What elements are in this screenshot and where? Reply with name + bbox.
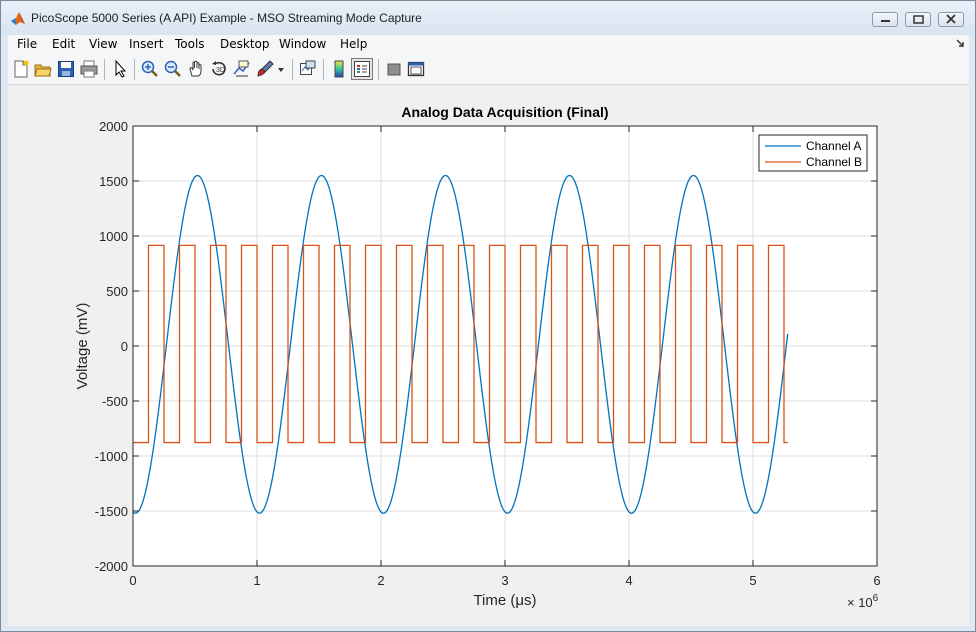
- dock-arrow-icon[interactable]: [956, 39, 964, 49]
- y-tick-label: 0: [121, 339, 128, 354]
- x-tick-label: 2: [377, 573, 384, 588]
- axes-plot[interactable]: Analog Data Acquisition (Final) Time (μs…: [8, 85, 969, 626]
- minimize-icon: [881, 20, 890, 22]
- x-tick-label: 5: [749, 573, 756, 588]
- legend-label-channel-b: Channel B: [806, 155, 862, 169]
- x-exponent-power: 6: [873, 593, 879, 604]
- save-icon[interactable]: [57, 60, 75, 78]
- brush-dropdown-icon[interactable]: [276, 60, 286, 78]
- new-figure-icon[interactable]: [12, 60, 30, 78]
- close-button[interactable]: [938, 12, 964, 27]
- menu-desktop[interactable]: Desktop: [220, 37, 270, 51]
- menu-window[interactable]: Window: [279, 37, 326, 51]
- rotate-3d-icon[interactable]: 3D: [210, 60, 228, 78]
- colorbar-icon[interactable]: [330, 60, 348, 78]
- title-bar[interactable]: PicoScope 5000 Series (A API) Example - …: [1, 1, 975, 35]
- legend[interactable]: Channel A Channel B: [758, 134, 868, 172]
- menu-tools[interactable]: Tools: [175, 37, 205, 51]
- legend-label-channel-a: Channel A: [806, 139, 861, 153]
- matlab-logo-icon: [11, 12, 25, 25]
- x-tick-label: 1: [253, 573, 260, 588]
- figure-canvas: Analog Data Acquisition (Final) Time (μs…: [8, 85, 969, 626]
- toolbar-separator: [323, 59, 324, 80]
- legend-toggle[interactable]: [351, 58, 373, 80]
- x-axis-label: Time (μs): [473, 592, 536, 609]
- y-tick-label: -2000: [95, 559, 128, 574]
- brush-icon[interactable]: [256, 60, 274, 78]
- open-file-icon[interactable]: [34, 60, 52, 78]
- x-exponent-label: × 106: [847, 593, 879, 610]
- menu-file[interactable]: File: [17, 37, 37, 51]
- y-tick-label: 1000: [99, 229, 128, 244]
- legend-icon: [354, 61, 370, 77]
- pan-hand-icon[interactable]: [187, 60, 205, 78]
- print-icon[interactable]: [80, 60, 98, 78]
- edit-plot-arrow-icon[interactable]: [111, 60, 129, 78]
- x-exponent-base: × 10: [847, 595, 873, 610]
- menu-edit[interactable]: Edit: [52, 37, 75, 51]
- figure-toolbar: 3D: [8, 55, 969, 85]
- toolbar-separator: [104, 59, 105, 80]
- y-tick-label: -500: [102, 394, 128, 409]
- close-icon: [946, 14, 956, 24]
- y-tick-label: 1500: [99, 174, 128, 189]
- toolbar-separator: [134, 59, 135, 80]
- show-plot-tools-icon[interactable]: [407, 60, 425, 78]
- window-title: PicoScope 5000 Series (A API) Example - …: [31, 11, 422, 25]
- y-tick-label: -1000: [95, 449, 128, 464]
- maximize-button[interactable]: [905, 12, 931, 27]
- minimize-button[interactable]: [872, 12, 898, 27]
- hide-plot-tools-icon[interactable]: [385, 60, 403, 78]
- zoom-in-icon[interactable]: [141, 60, 159, 78]
- x-tick-label: 4: [625, 573, 632, 588]
- svg-text:3D: 3D: [216, 67, 225, 74]
- toolbar-separator: [378, 59, 379, 80]
- menu-bar: File Edit View Insert Tools Desktop Wind…: [8, 35, 969, 55]
- link-plot-icon[interactable]: [299, 60, 317, 78]
- matlab-figure-window: PicoScope 5000 Series (A API) Example - …: [0, 0, 976, 632]
- menu-insert[interactable]: Insert: [129, 37, 163, 51]
- x-tick-label: 6: [873, 573, 880, 588]
- toolbar-separator: [292, 59, 293, 80]
- menu-help[interactable]: Help: [340, 37, 367, 51]
- zoom-out-icon[interactable]: [164, 60, 182, 78]
- data-cursor-icon[interactable]: [233, 60, 251, 78]
- menu-view[interactable]: View: [89, 37, 117, 51]
- y-axis-label: Voltage (mV): [74, 303, 91, 390]
- x-tick-label: 0: [129, 573, 136, 588]
- y-tick-label: 500: [106, 284, 128, 299]
- y-tick-label: 2000: [99, 119, 128, 134]
- x-tick-label: 3: [501, 573, 508, 588]
- restore-icon: [913, 15, 924, 24]
- y-tick-label: -1500: [95, 504, 128, 519]
- plot-title: Analog Data Acquisition (Final): [401, 104, 608, 120]
